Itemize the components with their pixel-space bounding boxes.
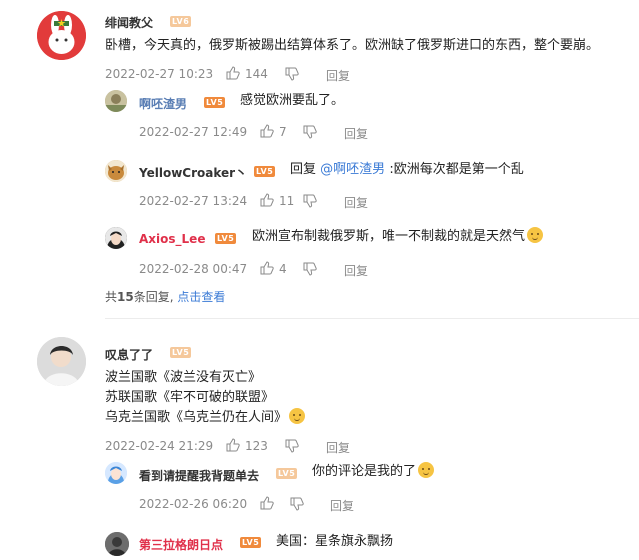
reply-button[interactable]: 回复 (326, 439, 350, 456)
comment-line: 乌克兰国歌《乌克兰仍在人间》 (105, 408, 306, 428)
dog-avatar-icon (105, 160, 127, 182)
reply-timestamp: 2022-02-26 06:20 (139, 497, 248, 511)
level-badge: LV6 (170, 16, 192, 27)
reply-username[interactable]: 看到请提醒我背题单去 (139, 467, 259, 484)
level-badge: LV5 (276, 468, 298, 479)
thumbs-up-icon[interactable] (260, 496, 274, 510)
reply-button[interactable]: 回复 (330, 497, 354, 514)
reply-text: 感觉欧洲要乱了。 (240, 93, 345, 108)
avatar[interactable] (105, 227, 127, 249)
summary-count: 15 (117, 290, 134, 304)
comment-line: 苏联国歌《牢不可破的联盟》 (105, 390, 275, 405)
thumbs-up-icon[interactable] (226, 66, 240, 80)
reply-body: :欧洲每次都是第一个乱 (389, 162, 524, 177)
thumbs-up-icon[interactable] (260, 261, 274, 275)
reply-text: 美国：星条旗永飘扬 (276, 534, 394, 549)
thumbs-up-icon[interactable] (260, 193, 274, 207)
reply-username[interactable]: 啊呸渣男 (139, 95, 187, 112)
comment-timestamp: 2022-02-27 10:23 (105, 67, 214, 81)
reply-username[interactable]: 第三拉格朗日点 (139, 536, 223, 553)
like-count: 4 (279, 262, 287, 276)
reply-username[interactable]: Axios_Lee (139, 232, 205, 246)
comment-username[interactable]: 绯闻教父 (105, 14, 153, 31)
reply-body: 你的评论是我的了 (312, 464, 417, 479)
avatar[interactable] (105, 462, 127, 484)
comment-username[interactable]: 叹息了了 (105, 346, 153, 363)
smile-emoji-icon (527, 227, 544, 243)
reply-button[interactable]: 回复 (344, 125, 368, 142)
reply-summary: 共15条回复, 点击查看 (105, 288, 225, 305)
level-badge: LV5 (204, 97, 226, 108)
comment-timestamp: 2022-02-24 21:29 (105, 439, 214, 453)
summary-suffix: 条回复, (133, 290, 174, 304)
summary-prefix: 共 (105, 290, 118, 304)
reply-text: 回复 @啊呸渣男 :欧洲每次都是第一个乱 (290, 160, 524, 180)
like-count: 123 (245, 439, 268, 453)
thumbs-down-icon[interactable] (285, 67, 299, 81)
view-more-link[interactable]: 点击查看 (177, 290, 225, 304)
reply-prefix: 回复 (290, 162, 317, 177)
thumbs-down-icon[interactable] (285, 439, 299, 453)
comment-line-text: 乌克兰国歌《乌克兰仍在人间》 (105, 410, 288, 425)
reply-button[interactable]: 回复 (344, 194, 368, 211)
reply-timestamp: 2022-02-27 12:49 (139, 125, 248, 139)
thumbs-down-icon[interactable] (303, 194, 317, 208)
avatar[interactable] (37, 11, 86, 60)
dark-avatar-icon (105, 532, 129, 556)
level-badge: LV5 (254, 166, 276, 177)
smile-emoji-icon (418, 462, 435, 478)
anime-avatar-icon (105, 462, 127, 484)
thumbs-up-icon[interactable] (226, 438, 240, 452)
reply-timestamp: 2022-02-28 00:47 (139, 262, 248, 276)
thumbs-down-icon[interactable] (290, 497, 304, 511)
reply-button[interactable]: 回复 (344, 262, 368, 279)
level-badge: LV5 (170, 347, 192, 358)
landscape-avatar-icon (105, 90, 127, 112)
level-badge: LV5 (240, 537, 262, 548)
thumbs-down-icon[interactable] (303, 125, 317, 139)
level-badge: LV5 (215, 233, 237, 244)
smile-emoji-icon (289, 408, 306, 424)
avatar[interactable] (105, 160, 127, 182)
mention-link[interactable]: @啊呸渣男 (320, 162, 385, 177)
comment-text: 卧槽，今天真的，俄罗斯被踢出结算体系了。欧洲缺了俄罗斯进口的东西，整个要崩。 (105, 38, 600, 53)
avatar[interactable] (37, 337, 86, 386)
reply-text: 你的评论是我的了 (312, 462, 435, 482)
rabbit-avatar-icon (37, 11, 86, 60)
like-count: 7 (279, 125, 287, 139)
thumbs-up-icon[interactable] (260, 124, 274, 138)
person-avatar-icon (37, 337, 86, 386)
reply-button[interactable]: 回复 (326, 67, 350, 84)
comment-divider (105, 318, 639, 319)
reply-username[interactable]: YellowCroaker丶 (139, 164, 247, 181)
thumbs-down-icon[interactable] (303, 262, 317, 276)
reply-body: 欧洲宣布制裁俄罗斯，唯一不制裁的就是天然气 (252, 229, 526, 244)
anime-avatar-icon (105, 227, 127, 249)
reply-text: 欧洲宣布制裁俄罗斯，唯一不制裁的就是天然气 (252, 227, 544, 247)
like-count: 11 (279, 194, 295, 208)
reply-timestamp: 2022-02-27 13:24 (139, 194, 248, 208)
avatar[interactable] (105, 532, 129, 556)
avatar[interactable] (105, 90, 127, 112)
like-count: 144 (245, 67, 268, 81)
comment-line: 波兰国歌《波兰没有灭亡》 (105, 370, 262, 385)
